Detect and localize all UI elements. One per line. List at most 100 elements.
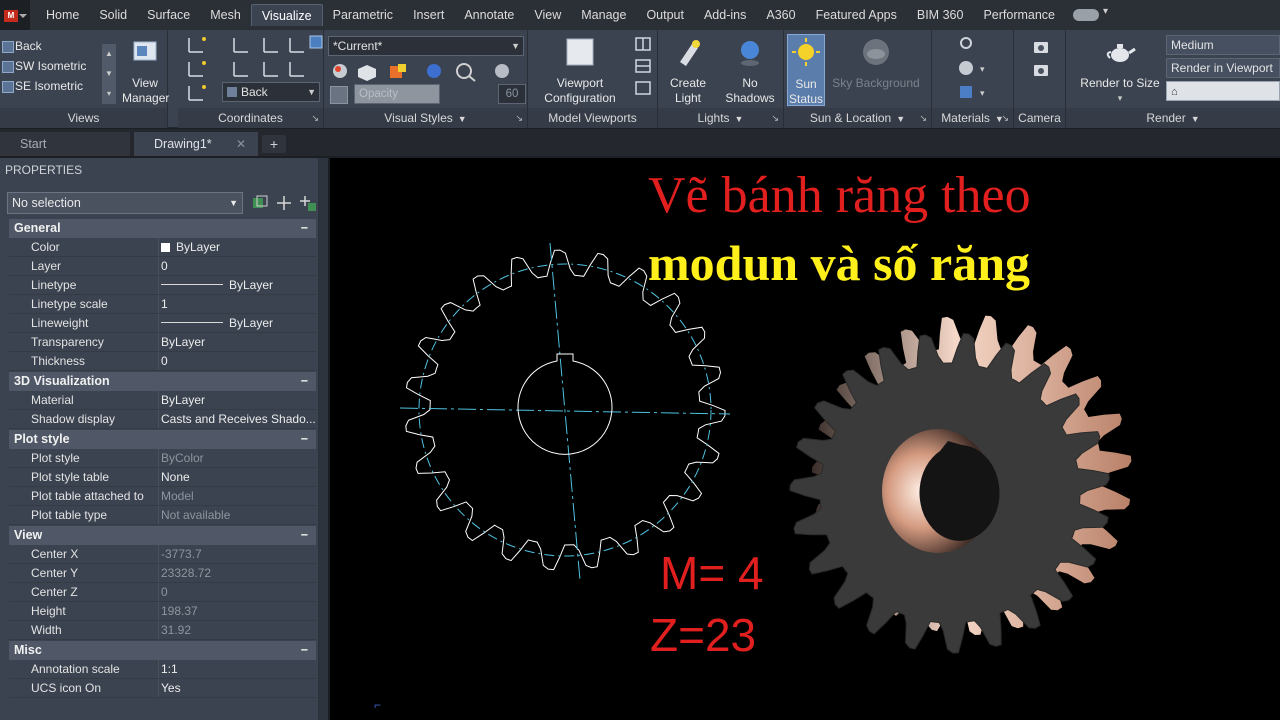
views-list-scroller[interactable]: ▲ ▼ ▾ (102, 44, 116, 104)
visual-styles-panel-title[interactable]: Visual Styles ▼ ↘ (324, 108, 527, 128)
property-value[interactable]: ByLayer (159, 314, 316, 332)
tab-insert[interactable]: Insert (403, 4, 454, 26)
opacity-slider[interactable]: Opacity (354, 84, 440, 104)
property-value[interactable]: ByColor (159, 449, 316, 467)
tab-home[interactable]: Home (36, 4, 89, 26)
tab-surface[interactable]: Surface (137, 4, 200, 26)
property-value[interactable]: ByLayer (159, 391, 316, 409)
tab-view[interactable]: View (524, 4, 571, 26)
render-target-dropdown[interactable]: Render in Viewport (1166, 58, 1280, 78)
property-row[interactable]: Plot style ByColor (9, 449, 316, 468)
drawing-canvas[interactable]: Vẽ bánh răng theo modun và số răng M= 4 … (330, 158, 1280, 720)
render-quality-dropdown[interactable]: Medium (1166, 35, 1280, 55)
property-row[interactable]: Material ByLayer (9, 391, 316, 410)
tab-mesh[interactable]: Mesh (200, 4, 251, 26)
create-light-button[interactable]: Create Light (664, 34, 712, 106)
select-objects-icon[interactable] (275, 194, 293, 212)
ucs-dropdown[interactable]: Back ▼ (222, 82, 320, 102)
section-3d-visualization[interactable]: 3D Visualization − (9, 372, 316, 391)
render-panel-title[interactable]: Render ▼ (1066, 108, 1280, 128)
model-viewports-panel-title[interactable]: Model Viewports (528, 108, 657, 128)
views-panel-title[interactable]: Views (0, 108, 167, 128)
tab-parametric[interactable]: Parametric (323, 4, 403, 26)
sun-location-panel-title[interactable]: Sun & Location ▼ ↘ (784, 108, 931, 128)
application-menu-button[interactable]: M (0, 0, 30, 30)
collapse-icon[interactable]: − (301, 641, 308, 660)
property-value[interactable]: ByLayer (159, 276, 316, 294)
property-value[interactable]: 0 (159, 583, 316, 601)
property-row[interactable]: Width 31.92 (9, 621, 316, 640)
collapse-icon[interactable]: − (301, 219, 308, 238)
property-row[interactable]: Transparency ByLayer (9, 333, 316, 352)
property-value[interactable]: None (159, 468, 316, 486)
view-sw-isometric[interactable]: SW Isometric (0, 56, 118, 76)
no-shadows-button[interactable]: No Shadows (724, 34, 776, 106)
property-row[interactable]: Color ByLayer (9, 238, 316, 257)
property-value[interactable]: 1 (159, 295, 316, 313)
materials-panel-title[interactable]: Materials ▼ ↘ (932, 108, 1013, 128)
render-environment-field[interactable]: ⌂ (1166, 81, 1280, 101)
xray-icon[interactable] (330, 86, 348, 104)
tab-add-ins[interactable]: Add-ins (694, 4, 756, 26)
property-row[interactable]: Layer 0 (9, 257, 316, 276)
toggle-pickadd-icon[interactable] (251, 194, 269, 212)
tab-start[interactable]: Start (0, 132, 130, 156)
property-row[interactable]: Center X -3773.7 (9, 545, 316, 564)
viewport-configuration-button[interactable]: Viewport Configuration (532, 34, 628, 106)
tab-performance[interactable]: Performance (973, 4, 1065, 26)
property-value[interactable]: 0 (159, 257, 316, 275)
property-row[interactable]: Shadow display Casts and Receives Shado..… (9, 410, 316, 429)
camera-panel-title[interactable]: Camera (1014, 108, 1065, 128)
property-row[interactable]: Plot style table None (9, 468, 316, 487)
tab-featured-apps[interactable]: Featured Apps (806, 4, 907, 26)
quick-select-icon[interactable] (299, 194, 317, 212)
property-value[interactable]: Yes (159, 679, 316, 697)
property-value[interactable]: 198.37 (159, 602, 316, 620)
property-row[interactable]: Annotation scale 1:1 (9, 660, 316, 679)
collapse-icon[interactable]: − (301, 430, 308, 449)
property-value[interactable]: 31.92 (159, 621, 316, 639)
opacity-value[interactable]: 60 (498, 84, 526, 104)
property-value[interactable]: Not available (159, 506, 316, 524)
property-row[interactable]: Linetype ByLayer (9, 276, 316, 295)
coordinates-panel-title[interactable]: Coordinates ↘ (178, 108, 323, 128)
properties-scrollbar[interactable] (318, 158, 328, 720)
property-value[interactable]: Model (159, 487, 316, 505)
property-row[interactable]: Center Z0 (9, 583, 316, 602)
visual-style-tool-icons[interactable] (330, 60, 530, 82)
visual-style-dropdown[interactable]: *Current* ▼ (328, 36, 524, 56)
view-manager-button[interactable]: View Manager (122, 34, 169, 106)
property-value[interactable]: 23328.72 (159, 564, 316, 582)
tab-a360[interactable]: A360 (756, 4, 805, 26)
property-row[interactable]: Thickness 0 (9, 352, 316, 371)
render-to-size-button[interactable]: Render to Size ▾ (1076, 34, 1164, 106)
property-row[interactable]: Plot table type Not available (9, 506, 316, 525)
view-back[interactable]: Back (0, 36, 118, 56)
tab-drawing1[interactable]: Drawing1* ✕ (134, 132, 258, 156)
camera-tool-icons[interactable] (1032, 38, 1052, 82)
property-value[interactable]: -3773.7 (159, 545, 316, 563)
section-view[interactable]: View − (9, 526, 316, 545)
tab-visualize[interactable]: Visualize (250, 4, 323, 26)
tab-annotate[interactable]: Annotate (454, 4, 524, 26)
new-tab-button[interactable]: + (262, 135, 286, 153)
lights-panel-title[interactable]: Lights ▼ ↘ (658, 108, 783, 128)
materials-tool-icons[interactable]: ▾ ▾ (958, 36, 998, 102)
tab-manage[interactable]: Manage (571, 4, 636, 26)
collapse-icon[interactable]: − (301, 526, 308, 545)
property-row[interactable]: Plot table attached to Model (9, 487, 316, 506)
selection-dropdown[interactable]: No selection ▼ (7, 192, 243, 214)
property-value[interactable]: ByLayer (159, 238, 316, 256)
tab-solid[interactable]: Solid (89, 4, 137, 26)
property-row[interactable]: UCS icon On Yes (9, 679, 316, 698)
tab-output[interactable]: Output (636, 4, 694, 26)
property-value[interactable]: 1:1 (159, 660, 316, 678)
property-value[interactable]: Casts and Receives Shado... (159, 410, 316, 428)
tab-bim-360[interactable]: BIM 360 (907, 4, 974, 26)
close-tab-icon[interactable]: ✕ (236, 132, 246, 156)
sky-background-button[interactable]: Sky Background (830, 34, 922, 91)
section-misc[interactable]: Misc − (9, 641, 316, 660)
section-general[interactable]: General − (9, 219, 316, 238)
collapse-icon[interactable]: − (301, 372, 308, 391)
property-row[interactable]: Lineweight ByLayer (9, 314, 316, 333)
